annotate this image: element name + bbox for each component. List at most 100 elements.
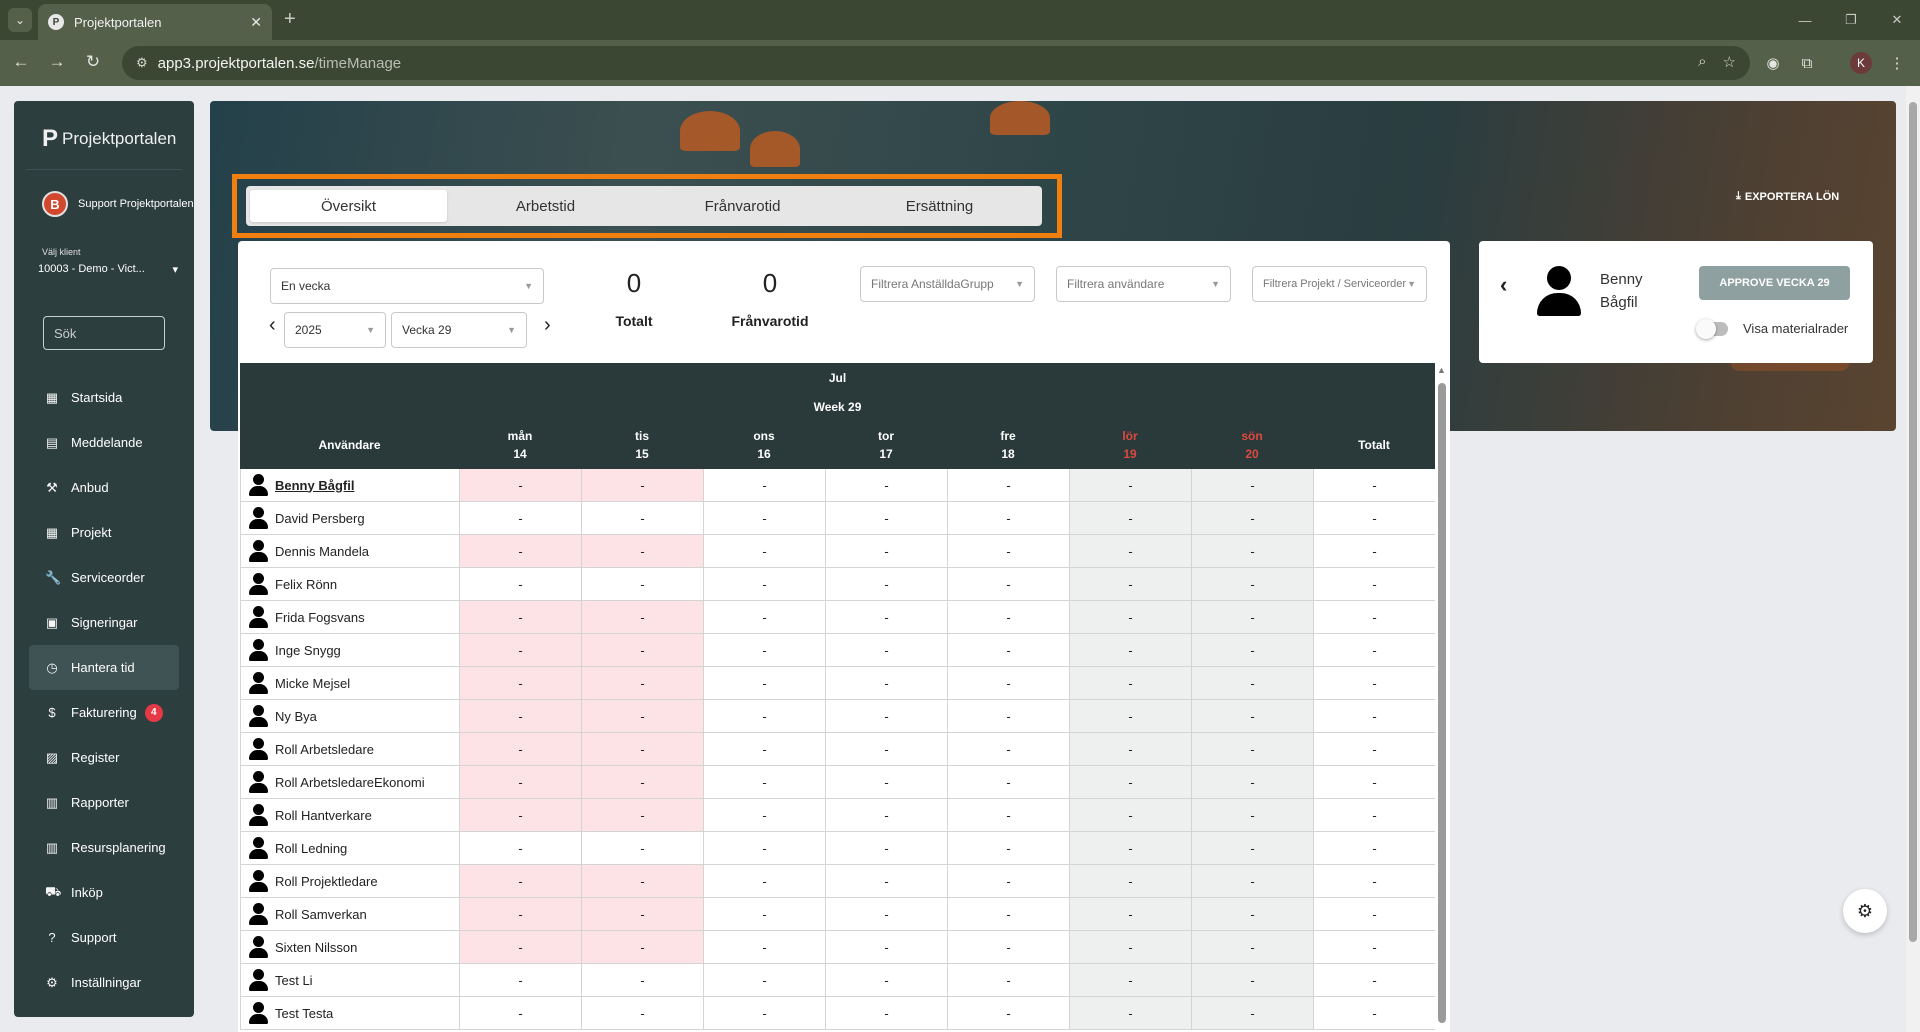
day-cell[interactable]: - [825, 865, 947, 897]
day-cell[interactable]: - [947, 898, 1069, 930]
day-cell[interactable]: - [459, 601, 581, 633]
page-scrollbar[interactable] [1906, 86, 1920, 1032]
day-cell[interactable]: - [825, 766, 947, 798]
day-cell[interactable]: - [825, 502, 947, 534]
sidebar-item-inköp[interactable]: ⛟ Inköp [29, 870, 179, 915]
day-cell[interactable]: - [825, 634, 947, 666]
day-cell[interactable]: - [1069, 502, 1191, 534]
day-cell[interactable]: - [1069, 733, 1191, 765]
day-cell[interactable]: - [1069, 667, 1191, 699]
day-cell[interactable]: - [1069, 997, 1191, 1029]
day-cell[interactable]: - [703, 700, 825, 732]
user-cell[interactable]: Roll Hantverkare [240, 799, 459, 831]
user-cell[interactable]: Test Testa [240, 997, 459, 1029]
tab-oversikt[interactable]: Översikt [250, 190, 447, 222]
day-cell[interactable]: - [459, 799, 581, 831]
day-cell[interactable]: - [459, 832, 581, 864]
day-cell[interactable]: - [581, 799, 703, 831]
reload-icon[interactable]: ↻ [82, 52, 104, 72]
day-cell[interactable]: - [825, 931, 947, 963]
day-cell[interactable]: - [1069, 964, 1191, 996]
close-icon[interactable]: ✕ [250, 14, 262, 31]
day-cell[interactable]: - [703, 535, 825, 567]
user-name[interactable]: Roll Hantverkare [275, 808, 372, 823]
user-cell[interactable]: Roll Ledning [240, 832, 459, 864]
table-row[interactable]: Roll Hantverkare - - - - - - - - [240, 799, 1435, 832]
user-name[interactable]: Roll Ledning [275, 841, 347, 856]
brand-logo[interactable]: P Projektportalen [42, 125, 176, 153]
back-icon[interactable]: ← [10, 52, 32, 72]
table-row[interactable]: Inge Snygg - - - - - - - - [240, 634, 1435, 667]
zoom-icon[interactable]: ⌕ [1698, 53, 1706, 71]
day-cell[interactable]: - [1191, 535, 1313, 567]
day-cell[interactable]: - [825, 898, 947, 930]
scrollbar-thumb[interactable] [1438, 383, 1446, 1023]
day-cell[interactable]: - [947, 601, 1069, 633]
user-cell[interactable]: Ny Bya [240, 700, 459, 732]
table-row[interactable]: Benny Bågfil - - - - - - - - [240, 469, 1435, 502]
user-cell[interactable]: Benny Bågfil [240, 469, 459, 501]
day-cell[interactable]: - [825, 964, 947, 996]
day-cell[interactable]: - [459, 733, 581, 765]
user-name[interactable]: Roll Samverkan [275, 907, 367, 922]
table-row[interactable]: Roll Projektledare - - - - - - - - [240, 865, 1435, 898]
table-row[interactable]: Roll Arbetsledare - - - - - - - - [240, 733, 1435, 766]
address-bar[interactable]: ⚙ app3.projektportalen.se/timeManage ⌕ ☆ [122, 46, 1750, 80]
day-cell[interactable]: - [1191, 733, 1313, 765]
sidebar-item-serviceorder[interactable]: 🔧 Serviceorder [29, 555, 179, 600]
user-filter[interactable]: Filtrera användare ▼ [1056, 266, 1231, 302]
day-cell[interactable]: - [947, 766, 1069, 798]
sidebar-item-startsida[interactable]: ▦ Startsida [29, 375, 179, 420]
table-row[interactable]: Ny Bya - - - - - - - - [240, 700, 1435, 733]
user-cell[interactable]: Sixten Nilsson [240, 931, 459, 963]
user-name[interactable]: Dennis Mandela [275, 544, 369, 559]
sidebar-item-hantera-tid[interactable]: ◷ Hantera tid [29, 645, 179, 690]
day-cell[interactable]: - [459, 865, 581, 897]
day-cell[interactable]: - [581, 964, 703, 996]
day-cell[interactable]: - [947, 700, 1069, 732]
day-cell[interactable]: - [1191, 964, 1313, 996]
day-cell[interactable]: - [825, 469, 947, 501]
week-select[interactable]: Vecka 29 ▼ [391, 312, 527, 348]
day-cell[interactable]: - [947, 931, 1069, 963]
day-cell[interactable]: - [947, 964, 1069, 996]
day-cell[interactable]: - [581, 832, 703, 864]
employee-group-filter[interactable]: Filtrera AnställdaGrupp ▼ [860, 266, 1035, 302]
day-cell[interactable]: - [1069, 865, 1191, 897]
sidebar-item-projekt[interactable]: ▦ Projekt [29, 510, 179, 555]
day-cell[interactable]: - [1069, 634, 1191, 666]
browser-tab[interactable]: P Projektportalen ✕ [38, 4, 272, 40]
day-cell[interactable]: - [1191, 898, 1313, 930]
day-cell[interactable]: - [459, 931, 581, 963]
user-name[interactable]: Felix Rönn [275, 577, 337, 592]
sidebar-item-fakturering[interactable]: $ Fakturering 4 [29, 690, 179, 735]
day-cell[interactable]: - [581, 766, 703, 798]
sidebar-item-support[interactable]: ? Support [29, 915, 179, 960]
user-name[interactable]: Sixten Nilsson [275, 940, 357, 955]
day-cell[interactable]: - [703, 898, 825, 930]
day-cell[interactable]: - [703, 766, 825, 798]
tab-arbetstid[interactable]: Arbetstid [447, 190, 644, 222]
day-cell[interactable]: - [459, 898, 581, 930]
day-cell[interactable]: - [1069, 700, 1191, 732]
day-cell[interactable]: - [947, 568, 1069, 600]
day-cell[interactable]: - [1069, 535, 1191, 567]
extensions-icon[interactable]: ⧉ [1794, 50, 1820, 76]
next-week-icon[interactable]: › [544, 314, 551, 337]
day-cell[interactable]: - [825, 799, 947, 831]
scroll-up-icon[interactable]: ▲ [1437, 365, 1446, 375]
prev-week-icon[interactable]: ‹ [269, 314, 276, 337]
day-cell[interactable]: - [459, 997, 581, 1029]
day-cell[interactable]: - [459, 634, 581, 666]
sidebar-item-register[interactable]: ▨ Register [29, 735, 179, 780]
day-cell[interactable]: - [1191, 766, 1313, 798]
day-cell[interactable]: - [581, 733, 703, 765]
day-cell[interactable]: - [581, 568, 703, 600]
day-cell[interactable]: - [825, 667, 947, 699]
day-cell[interactable]: - [703, 799, 825, 831]
table-row[interactable]: Dennis Mandela - - - - - - - - [240, 535, 1435, 568]
day-cell[interactable]: - [703, 634, 825, 666]
day-cell[interactable]: - [1069, 832, 1191, 864]
user-name[interactable]: Roll Projektledare [275, 874, 378, 889]
table-row[interactable]: Roll ArbetsledareEkonomi - - - - - - - - [240, 766, 1435, 799]
